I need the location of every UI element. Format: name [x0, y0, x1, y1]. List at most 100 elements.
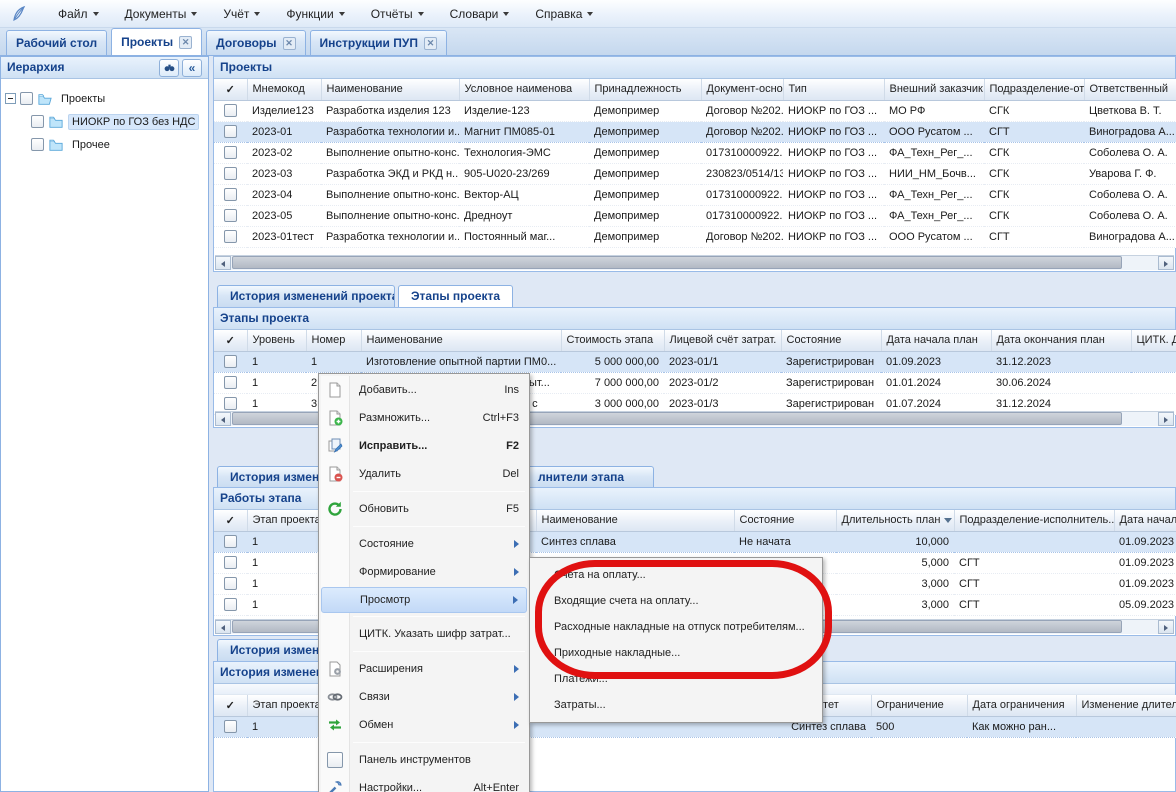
menu-item[interactable]: Просмотр — [321, 587, 527, 613]
checkbox[interactable] — [327, 752, 343, 768]
column-header[interactable]: Наименование — [321, 79, 459, 100]
column-header[interactable]: Ответственный — [1084, 79, 1176, 100]
checkbox[interactable] — [224, 598, 237, 611]
column-header[interactable]: Длительность план — [836, 510, 954, 531]
checkbox[interactable] — [224, 577, 237, 590]
menu-item[interactable]: Исправить...F2 — [321, 432, 527, 460]
check-column-header[interactable]: ✓ — [214, 510, 247, 531]
column-header[interactable]: Дата ограничения — [967, 695, 1076, 716]
column-header[interactable]: Наименование — [536, 510, 734, 531]
checkbox[interactable] — [224, 104, 237, 117]
checkbox[interactable] — [224, 355, 237, 368]
menu-item[interactable]: Размножить...Ctrl+F3 — [321, 404, 527, 432]
tab-contracts[interactable]: Договоры✕ — [206, 30, 305, 55]
column-header[interactable]: Внешний заказчик — [884, 79, 984, 100]
close-icon[interactable]: ✕ — [424, 37, 437, 50]
table-row[interactable]: 2023-05Выполнение опытно-конс...Дредноут… — [214, 205, 1176, 226]
collapse-expander-icon[interactable] — [5, 93, 16, 104]
menu-item[interactable]: УдалитьDel — [321, 460, 527, 488]
column-header[interactable]: Номер — [306, 330, 361, 351]
column-header[interactable]: Мнемокод — [247, 79, 321, 100]
menu-item[interactable]: Состояние — [321, 530, 527, 558]
tab-project-history[interactable]: История изменений проекта — [217, 285, 395, 307]
table-row[interactable]: 2023-04Выполнение опытно-конс...Вектор-А… — [214, 184, 1176, 205]
check-column-header[interactable]: ✓ — [214, 330, 247, 351]
tab-project-stages[interactable]: Этапы проекта — [398, 285, 513, 307]
scroll-left-icon[interactable] — [215, 256, 231, 270]
column-header[interactable]: Лицевой счёт затрат. — [664, 330, 781, 351]
column-header[interactable]: Изменение длител — [1076, 695, 1176, 716]
column-header[interactable]: Состояние — [781, 330, 881, 351]
checkbox[interactable] — [31, 138, 44, 151]
table-row[interactable]: 2023-03Разработка ЭКД и РКД н...905-U020… — [214, 163, 1176, 184]
tab-instructions[interactable]: Инструкции ПУП✕ — [310, 30, 447, 55]
checkbox[interactable] — [224, 556, 237, 569]
table-row[interactable]: 2023-01Разработка технологии и...Магнит … — [214, 121, 1176, 142]
menubar-item[interactable]: Функции — [286, 7, 344, 21]
checkbox[interactable] — [224, 720, 237, 733]
table-row[interactable]: 2023-02Выполнение опытно-конс...Технолог… — [214, 142, 1176, 163]
column-header[interactable]: Условное наименова — [459, 79, 589, 100]
checkbox[interactable] — [224, 167, 237, 180]
checkbox[interactable] — [224, 188, 237, 201]
tree-node-other[interactable]: Прочее — [5, 133, 204, 156]
close-icon[interactable]: ✕ — [179, 36, 192, 49]
column-header[interactable]: Дата окончания план — [991, 330, 1131, 351]
checkbox[interactable] — [224, 146, 237, 159]
check-column-header[interactable]: ✓ — [214, 79, 247, 100]
menubar-item[interactable]: Учёт — [223, 7, 260, 21]
column-header[interactable]: Документ-основан — [701, 79, 783, 100]
scroll-left-icon[interactable] — [215, 412, 231, 426]
scroll-left-icon[interactable] — [215, 620, 231, 634]
menubar-item[interactable]: Словари — [450, 7, 510, 21]
scroll-right-icon[interactable] — [1158, 620, 1174, 634]
column-header[interactable]: Дата начала план — [881, 330, 991, 351]
tab-projects[interactable]: Проекты✕ — [111, 28, 202, 55]
column-header[interactable]: Тип — [783, 79, 884, 100]
check-column-header[interactable]: ✓ — [214, 695, 247, 716]
menu-item[interactable]: Панель инструментов — [321, 746, 527, 774]
scroll-right-icon[interactable] — [1158, 256, 1174, 270]
checkbox[interactable] — [224, 397, 237, 410]
menubar-item[interactable]: Отчёты — [371, 7, 424, 21]
search-button[interactable] — [159, 59, 179, 77]
column-header[interactable]: Состояние — [734, 510, 836, 531]
menu-item[interactable]: Связи — [321, 683, 527, 711]
menubar-item[interactable]: Файл — [58, 7, 99, 21]
table-row[interactable]: 2023-01тестРазработка технологии и...Пос… — [214, 226, 1176, 247]
menu-item[interactable]: Формирование — [321, 558, 527, 586]
checkbox[interactable] — [20, 92, 33, 105]
column-header[interactable]: Уровень — [247, 330, 306, 351]
menu-item[interactable]: ЦИТК. Указать шифр затрат... — [321, 620, 527, 648]
column-header[interactable]: Принадлежность — [589, 79, 701, 100]
tree-node-projects[interactable]: Проекты — [5, 87, 204, 110]
horizontal-scrollbar[interactable] — [215, 255, 1174, 270]
column-header[interactable]: Стоимость этапа — [561, 330, 664, 351]
checkbox[interactable] — [224, 209, 237, 222]
menu-item[interactable]: Обмен — [321, 711, 527, 739]
submenu-item[interactable]: Затраты... — [530, 692, 822, 718]
checkbox[interactable] — [224, 230, 237, 243]
checkbox[interactable] — [224, 376, 237, 389]
column-header[interactable]: Подразделение-исполнитель.. — [954, 510, 1114, 531]
menubar-item[interactable]: Справка — [535, 7, 593, 21]
checkbox[interactable] — [224, 125, 237, 138]
table-row[interactable]: Изделие123Разработка изделия 123Изделие-… — [214, 100, 1176, 121]
menu-item[interactable]: Добавить...Ins — [321, 376, 527, 404]
column-header[interactable]: Наименование — [361, 330, 561, 351]
menubar-item[interactable]: Документы — [125, 7, 198, 21]
column-header[interactable]: ЦИТК. Д — [1131, 330, 1176, 351]
column-header[interactable]: Ограничение — [871, 695, 967, 716]
scrollbar-thumb[interactable] — [232, 256, 1122, 269]
collapse-button[interactable]: « — [182, 59, 202, 77]
tree-node-niokr[interactable]: НИОКР по ГОЗ без НДС — [5, 110, 204, 133]
menu-item[interactable]: Расширения — [321, 655, 527, 683]
scroll-right-icon[interactable] — [1158, 412, 1174, 426]
tab-desktop[interactable]: Рабочий стол — [6, 30, 107, 55]
column-header[interactable]: Подразделение-от — [984, 79, 1084, 100]
table-row[interactable]: 11Изготовление опытной партии ПМ0...5 00… — [214, 351, 1176, 372]
menu-item[interactable]: Настройки...Alt+Enter — [321, 774, 527, 792]
checkbox[interactable] — [224, 535, 237, 548]
close-icon[interactable]: ✕ — [283, 37, 296, 50]
menu-item[interactable]: ОбновитьF5 — [321, 495, 527, 523]
